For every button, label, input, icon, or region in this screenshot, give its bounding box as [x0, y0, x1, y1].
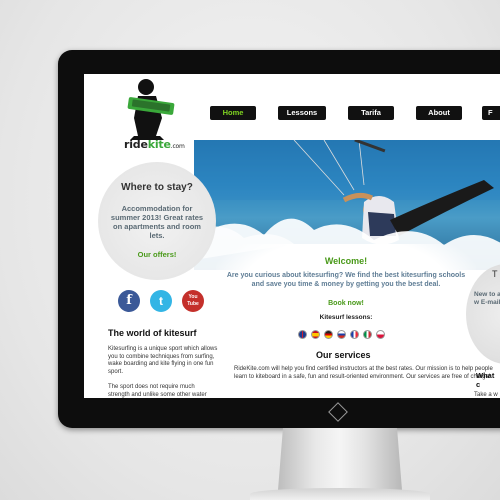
welcome-text: Are you curious about kitesurfing? We fi…	[226, 272, 466, 288]
italy-flag-icon[interactable]	[363, 330, 372, 339]
nav-home-button[interactable]: Home	[210, 106, 256, 120]
monitor-stand	[278, 428, 402, 490]
where-to-stay-title: Where to stay?	[121, 182, 193, 193]
monitor-stand-base	[250, 488, 430, 500]
our-services-text: RideKite.com will help you find certifie…	[234, 366, 493, 380]
youtube-icon[interactable]: You Tube	[182, 290, 204, 312]
nav-about-button[interactable]: About	[416, 106, 462, 120]
nav-lessons-button[interactable]: Lessons	[278, 106, 326, 120]
right-take-text: Take a w	[474, 392, 498, 398]
world-paragraph-2: The sport does not require much strength…	[108, 384, 207, 398]
our-services-heading: Our services	[316, 350, 371, 360]
logo-text-ride: ride	[124, 138, 148, 151]
uk-flag-icon[interactable]	[298, 330, 307, 339]
world-of-kitesurf-text: Kitesurfing is a unique sport which allo…	[108, 346, 218, 398]
right-what-heading: What c	[476, 371, 495, 389]
logo-text-tld: .com	[170, 143, 185, 150]
spain-flag-icon[interactable]	[311, 330, 320, 339]
facebook-icon[interactable]: f	[118, 290, 140, 312]
welcome-title: Welcome!	[324, 256, 368, 266]
our-offers-link[interactable]: Our offers!	[98, 250, 216, 259]
france-flag-icon[interactable]	[350, 330, 359, 339]
world-paragraph-1: Kitesurfing is a unique sport which allo…	[108, 346, 218, 375]
poland-flag-icon[interactable]	[376, 330, 385, 339]
russia-flag-icon[interactable]	[337, 330, 346, 339]
welcome-panel: Welcome! Are you curious about kitesurfi…	[216, 244, 476, 344]
kitesurf-lessons-label: Kitesurf lessons:	[319, 314, 373, 321]
world-of-kitesurf-heading: The world of kitesurf	[108, 328, 197, 338]
where-to-stay-text: Accommodation for summer 2013! Great rat…	[110, 204, 204, 240]
twitter-icon[interactable]: t	[150, 290, 172, 312]
germany-flag-icon[interactable]	[324, 330, 333, 339]
where-to-stay-panel: Where to stay? Accommodation for summer …	[98, 162, 216, 280]
right-panel-text: New to and w E-mail	[474, 291, 500, 306]
nav-tarifa-button[interactable]: Tarifa	[348, 106, 394, 120]
book-now-link[interactable]: Book now!	[216, 300, 476, 307]
nav-more-button[interactable]: F	[482, 106, 500, 120]
logo-text-kite: kite	[147, 138, 171, 151]
website-screen: ridekite.com Home Lessons Tarifa About F…	[84, 74, 500, 398]
main-nav: Home Lessons Tarifa About F	[208, 106, 500, 126]
right-panel-title: T	[492, 269, 498, 279]
logo-wordmark[interactable]: ridekite.com	[124, 138, 185, 151]
